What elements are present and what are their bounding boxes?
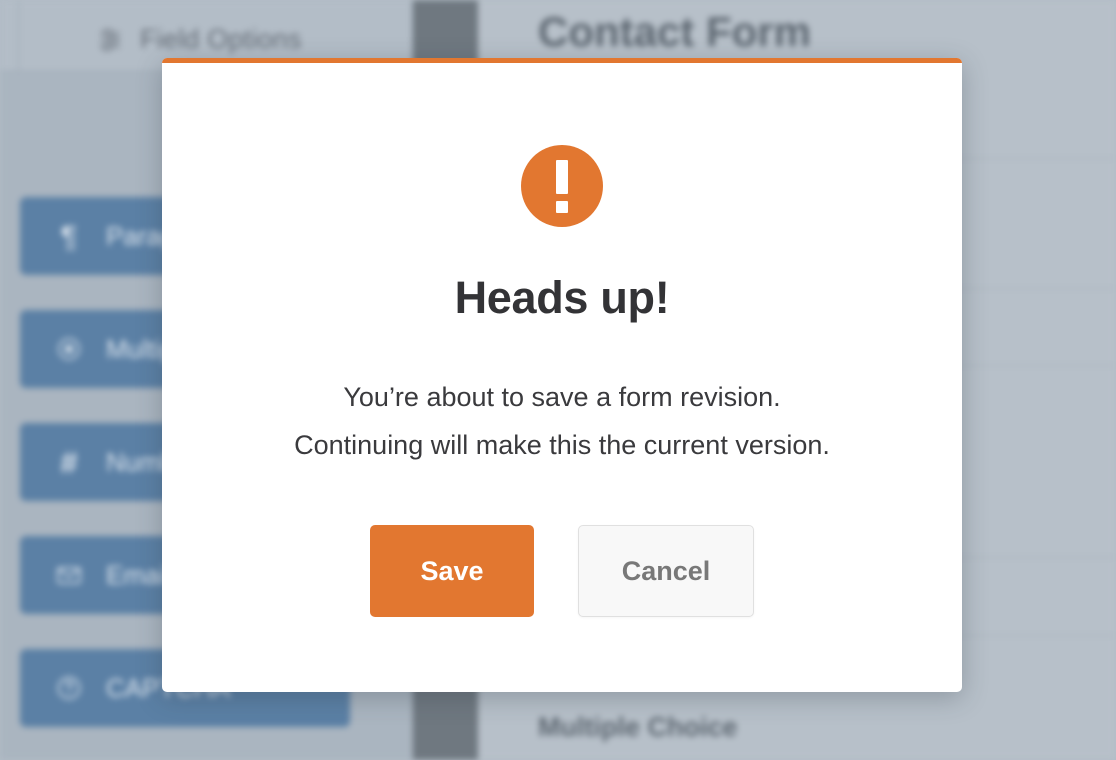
exclamation-stem xyxy=(556,159,568,194)
modal-message-line-2: Continuing will make this the current ve… xyxy=(294,430,830,461)
modal-message-line-1: You’re about to save a form revision. xyxy=(343,382,781,412)
exclamation-dot xyxy=(556,200,568,213)
exclamation-circle-icon xyxy=(521,145,603,227)
modal-title: Heads up! xyxy=(454,272,670,323)
save-button[interactable]: Save xyxy=(370,525,534,618)
cancel-button[interactable]: Cancel xyxy=(578,525,754,618)
hash-icon: # xyxy=(60,444,78,480)
field-options-header[interactable]: Field Options xyxy=(98,24,302,55)
preview-field-label: Multiple Choice xyxy=(538,712,738,742)
modal-body: Heads up! You’re about to save a form re… xyxy=(162,63,962,692)
panel-tab-divider xyxy=(18,0,19,72)
radio-circle-icon xyxy=(54,334,84,364)
sliders-icon xyxy=(98,27,124,53)
envelope-icon xyxy=(54,560,84,590)
heads-up-modal: Heads up! You’re about to save a form re… xyxy=(162,58,962,692)
modal-message: You’re about to save a form revision. Co… xyxy=(294,373,830,469)
screen: Contact Form Multiple Choice Field Optio… xyxy=(0,0,1116,760)
field-options-label: Field Options xyxy=(140,24,302,54)
form-title: Contact Form xyxy=(538,8,811,55)
question-circle-icon xyxy=(54,673,84,703)
pilcrow-icon: ¶ xyxy=(60,218,78,254)
modal-actions: Save Cancel xyxy=(370,525,754,618)
